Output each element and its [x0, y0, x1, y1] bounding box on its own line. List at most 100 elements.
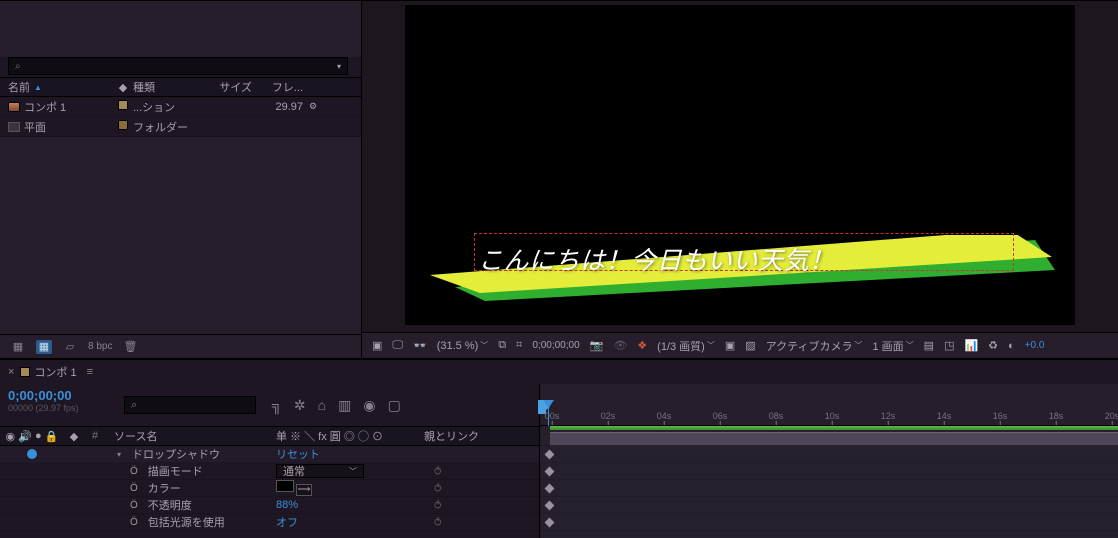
bpc-display[interactable]: 8 bpc	[88, 340, 112, 354]
project-row-comp[interactable]: コンポ 1 ...ション 29.97 ⚙	[0, 97, 361, 117]
search-icon: ⌕	[15, 61, 21, 72]
label-col-icon: ◆	[64, 430, 84, 443]
comp-mini-flowchart-icon[interactable]: ╗	[272, 397, 282, 413]
link-icon[interactable]: ⥀	[434, 466, 442, 478]
viewer-controls: ▣ 🖵 👓 (31.5 %)﹀ ⧉ ⌗ 0;00;00;00 📷 👁 ❖ (1/…	[362, 332, 1118, 358]
lock-col-icon: 🔒	[45, 430, 59, 443]
stopwatch-icon[interactable]: Ö	[130, 500, 138, 511]
close-tab-icon[interactable]: ×	[8, 366, 14, 378]
speaker-col-icon: 🔊	[18, 430, 32, 443]
interpret-footage-icon[interactable]: ▦	[10, 340, 26, 354]
always-preview-icon[interactable]: ▣	[368, 337, 386, 355]
glasses-icon[interactable]: 👓	[409, 337, 431, 355]
effect-row-dropshadow[interactable]: ▾ドロップシャドウ リセット	[0, 446, 539, 463]
ruler-tick: 18s	[1049, 411, 1064, 421]
ruler-tick: 14s	[937, 411, 952, 421]
draft-3d-icon[interactable]: ✲	[294, 397, 306, 414]
current-time[interactable]: 0;00;00;00 00000 (29.97 fps)	[0, 384, 118, 426]
channel-icon[interactable]: ❖	[633, 337, 651, 355]
timeline-icon[interactable]: 📊	[960, 337, 982, 355]
project-search-input[interactable]: ⌕ ▾	[8, 57, 348, 75]
quality-dropdown[interactable]: (1/3 画質)﹀	[653, 337, 719, 355]
show-snapshot-icon[interactable]: 👁	[609, 337, 631, 355]
views-dropdown[interactable]: 1 画面﹀	[868, 337, 917, 355]
ruler-tick: 00s	[545, 411, 560, 421]
trash-icon[interactable]: 🗑	[122, 340, 138, 354]
snapshot-icon[interactable]: 📷	[586, 337, 608, 355]
blendmode-dropdown[interactable]: 通常﹀	[276, 464, 364, 478]
transparency-grid-icon[interactable]: ▨	[741, 337, 759, 355]
timeline-columns-header[interactable]: ◉ 🔊 ● 🔒 ◆ # ソース名 单 ※ ＼ fx 圓 ◎ ◯ ⊙ 親とリンク	[0, 426, 539, 446]
keyframe-icon[interactable]	[545, 483, 555, 493]
pixel-aspect-icon[interactable]: ▤	[920, 337, 938, 355]
monitor-icon[interactable]: 🖵	[388, 337, 407, 355]
layer-bar[interactable]	[540, 426, 1118, 446]
eyedropper-icon[interactable]: ⟶	[296, 484, 312, 496]
link-icon[interactable]: ⥀	[434, 500, 442, 512]
safe-zones-icon[interactable]: ⌗	[512, 337, 526, 355]
time-ruler[interactable]: 00s02s04s06s08s10s12s14s16s18s20s	[540, 384, 1118, 426]
project-row-folder[interactable]: 平面 フォルダー	[0, 117, 361, 137]
roi-icon[interactable]: ▣	[721, 337, 739, 355]
num-col: #	[84, 430, 106, 442]
col-label: ◆	[113, 81, 133, 94]
label-color-swatch[interactable]	[118, 100, 128, 110]
share-icon: ⚙	[303, 101, 323, 112]
ruler-tick: 06s	[713, 411, 728, 421]
opacity-value[interactable]: 88%	[276, 499, 298, 511]
reset-exposure-icon[interactable]: ◐	[1004, 337, 1019, 355]
res-full-icon[interactable]: ⧉	[494, 337, 510, 355]
reset-link[interactable]: リセット	[276, 449, 320, 461]
stopwatch-icon[interactable]: Ö	[130, 517, 138, 528]
project-panel: ⌕ ▾ 名前▲ ◆ 種類 サイズ フレ... コンポ 1 ...ション 29.9…	[0, 0, 362, 358]
stopwatch-icon[interactable]: Ö	[130, 483, 138, 494]
flowchart-icon[interactable]: ♻	[984, 337, 1002, 355]
new-folder-icon[interactable]: ▱	[62, 340, 78, 354]
folder-icon	[8, 122, 20, 132]
exposure-value[interactable]: +0.0	[1021, 337, 1049, 355]
project-columns-header[interactable]: 名前▲ ◆ 種類 サイズ フレ...	[0, 77, 361, 97]
stopwatch-icon[interactable]: Ö	[130, 466, 138, 477]
switches-col: 单 ※ ＼ fx 圓 ◎ ◯ ⊙	[270, 428, 418, 444]
telop-text: こんにちは！今日もいい天気！	[478, 241, 835, 277]
keyframe-icon[interactable]	[545, 466, 555, 476]
camera-dropdown[interactable]: アクティブカメラ﹀	[762, 337, 867, 355]
ruler-tick: 02s	[601, 411, 616, 421]
prop-row-opacity[interactable]: Ö不透明度 88% ⥀	[0, 497, 539, 514]
ruler-tick: 12s	[881, 411, 896, 421]
prop-row-blendmode[interactable]: Ö描画モード 通常﹀ ⥀	[0, 463, 539, 480]
zoom-dropdown[interactable]: (31.5 %)﹀	[433, 337, 493, 355]
twirl-down-icon[interactable]: ▾	[114, 450, 124, 459]
fast-preview-icon[interactable]: ◳	[940, 337, 958, 355]
keyframe-icon[interactable]	[545, 517, 555, 527]
col-name: 名前▲	[8, 79, 113, 95]
link-icon[interactable]: ⥀	[434, 517, 442, 529]
timeline-panel: × コンポ 1 ≡ 0;00;00;00 00000 (29.97 fps) ⌕	[0, 358, 1118, 538]
fx-visibility-toggle[interactable]	[27, 449, 37, 459]
graph-editor-icon[interactable]: ▢	[388, 397, 401, 414]
tracks-area[interactable]	[540, 426, 1118, 538]
composition-icon	[8, 102, 20, 112]
col-size: サイズ	[203, 79, 258, 95]
timeline-search-input[interactable]: ⌕	[124, 396, 256, 414]
eye-col-icon: ◉	[6, 430, 16, 443]
motion-blur-icon[interactable]: ◉	[363, 397, 375, 414]
canvas[interactable]: こんにちは！今日もいい天気！	[405, 5, 1075, 325]
sort-asc-icon: ▲	[34, 83, 42, 92]
frame-blend-icon[interactable]: ▥	[338, 397, 351, 414]
prop-row-globallight[interactable]: Ö包括光源を使用 オフ ⥀	[0, 514, 539, 531]
new-comp-icon[interactable]: ▦	[36, 340, 52, 354]
keyframe-icon[interactable]	[545, 449, 555, 459]
preview-timecode[interactable]: 0;00;00;00	[528, 337, 583, 355]
label-color-swatch[interactable]	[118, 120, 128, 130]
prop-row-color[interactable]: Öカラー ⟶ ⥀	[0, 480, 539, 497]
globallight-value[interactable]: オフ	[276, 517, 298, 529]
timeline-tab[interactable]: コンポ 1	[20, 364, 76, 380]
color-swatch[interactable]	[276, 480, 294, 492]
shy-icon[interactable]: ⌂	[318, 397, 326, 413]
telop-layer[interactable]: こんにちは！今日もいい天気！	[430, 235, 1055, 305]
link-icon[interactable]: ⥀	[434, 483, 442, 495]
tab-menu-icon[interactable]: ≡	[87, 366, 93, 378]
ruler-tick: 16s	[993, 411, 1008, 421]
keyframe-icon[interactable]	[545, 500, 555, 510]
